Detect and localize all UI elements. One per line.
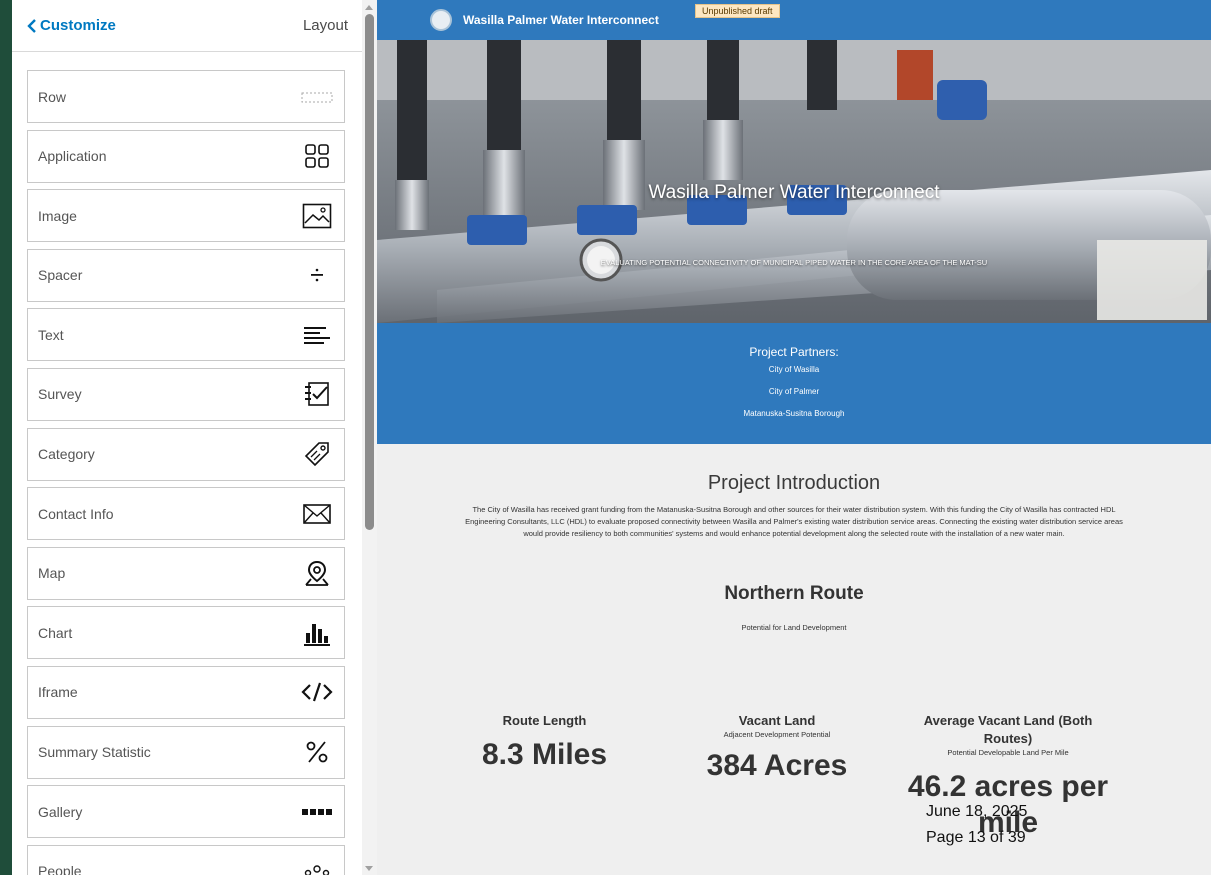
block-label: Image bbox=[38, 207, 77, 224]
stat-value: 8.3 Miles bbox=[481, 738, 608, 772]
block-people[interactable]: People bbox=[27, 844, 345, 875]
route-subtitle: Potential for Land Development bbox=[741, 623, 847, 632]
percent-icon bbox=[300, 735, 334, 769]
customize-back-button[interactable]: Customize bbox=[27, 17, 116, 34]
block-label: Application bbox=[38, 148, 107, 165]
stat-sublabel: Potential Developable Land Per Mile bbox=[947, 748, 1069, 758]
scroll-up-icon[interactable] bbox=[365, 5, 373, 10]
stat-label: Route Length bbox=[502, 713, 587, 728]
block-summary-statistic[interactable]: Summary Statistic bbox=[27, 725, 345, 779]
scroll-down-icon[interactable] bbox=[365, 866, 373, 871]
scrollbar-thumb[interactable] bbox=[365, 14, 374, 530]
hero-banner: Wasilla Palmer Water Interconnect EVALUA… bbox=[377, 40, 1211, 323]
gallery-icon bbox=[300, 795, 334, 829]
map-pin-icon bbox=[300, 556, 334, 590]
stat-sublabel: Adjacent Development Potential bbox=[723, 730, 831, 740]
hero-subtitle: EVALUATING POTENTIAL CONNECTIVITY OF MUN… bbox=[600, 258, 988, 267]
layout-tab[interactable]: Layout bbox=[303, 17, 348, 34]
site-name[interactable]: Wasilla Palmer Water Interconnect bbox=[463, 13, 659, 27]
chart-icon bbox=[300, 616, 334, 650]
block-survey[interactable]: Survey bbox=[27, 367, 345, 421]
block-chart[interactable]: Chart bbox=[27, 606, 345, 660]
print-page-number: Page 13 of 39 bbox=[926, 829, 1026, 846]
block-label: Map bbox=[38, 565, 66, 582]
stat-average-vacant-land: Average Vacant Land (Both Routes) Potent… bbox=[903, 712, 1113, 841]
chevron-left-icon bbox=[27, 18, 36, 33]
stat-value: 384 Acres bbox=[706, 749, 848, 783]
row-icon bbox=[300, 80, 334, 114]
customize-panel: Customize Layout Row Application Image S… bbox=[12, 0, 362, 875]
stat-label: Vacant Land bbox=[738, 713, 816, 728]
block-label: Survey bbox=[38, 386, 82, 403]
block-label: Category bbox=[38, 446, 95, 463]
block-list: Row Application Image Spacer Text Survey… bbox=[27, 70, 345, 875]
block-label: Summary Statistic bbox=[38, 744, 151, 761]
block-label: Contact Info bbox=[38, 505, 114, 522]
stat-vacant-land: Vacant Land Adjacent Development Potenti… bbox=[687, 712, 867, 783]
draft-badge: Unpublished draft bbox=[695, 4, 780, 18]
spacer-icon bbox=[300, 258, 334, 292]
block-label: Gallery bbox=[38, 803, 83, 820]
partner-item: Matanuska-Susitna Borough bbox=[743, 409, 845, 418]
block-spacer[interactable]: Spacer bbox=[27, 248, 345, 302]
print-date: June 18, 2025 bbox=[926, 803, 1028, 820]
block-iframe[interactable]: Iframe bbox=[27, 665, 345, 719]
intro-text: The City of Wasilla has received grant f… bbox=[465, 505, 1123, 538]
block-label: Spacer bbox=[38, 267, 83, 284]
panel-header: Customize Layout bbox=[12, 0, 362, 52]
partner-item: City of Wasilla bbox=[768, 365, 820, 374]
site-logo bbox=[430, 9, 452, 31]
customize-label: Customize bbox=[40, 17, 116, 34]
block-label: Text bbox=[38, 326, 64, 343]
block-map[interactable]: Map bbox=[27, 546, 345, 600]
intro-title: Project Introduction bbox=[707, 472, 881, 494]
block-label: Chart bbox=[38, 624, 73, 641]
envelope-icon bbox=[300, 497, 334, 531]
code-icon bbox=[300, 675, 334, 709]
image-icon bbox=[300, 199, 334, 233]
block-contact-info[interactable]: Contact Info bbox=[27, 487, 345, 541]
partner-item: City of Palmer bbox=[768, 387, 820, 396]
block-label: Row bbox=[38, 88, 67, 105]
block-label: Iframe bbox=[38, 684, 78, 701]
site-header: Wasilla Palmer Water Interconnect Unpubl… bbox=[377, 0, 1211, 40]
site-preview: Wasilla Palmer Water Interconnect Unpubl… bbox=[377, 0, 1211, 875]
application-grid-icon bbox=[300, 139, 334, 173]
partners-title: Project Partners: bbox=[749, 345, 839, 359]
survey-icon bbox=[300, 377, 334, 411]
block-row[interactable]: Row bbox=[27, 70, 345, 123]
hero-title: Wasilla Palmer Water Interconnect bbox=[648, 182, 940, 203]
route-title: Northern Route bbox=[724, 583, 864, 604]
partners-section: Project Partners: City of Wasilla City o… bbox=[377, 323, 1211, 444]
stat-label: Average Vacant Land (Both Routes) bbox=[923, 713, 1093, 747]
text-icon bbox=[300, 318, 334, 352]
block-category[interactable]: Category bbox=[27, 427, 345, 481]
stat-route-length: Route Length 8.3 Miles bbox=[467, 712, 622, 772]
block-gallery[interactable]: Gallery bbox=[27, 785, 345, 839]
block-image[interactable]: Image bbox=[27, 189, 345, 243]
category-tag-icon bbox=[300, 437, 334, 471]
block-label: People bbox=[38, 863, 82, 875]
people-icon bbox=[300, 854, 334, 875]
block-application[interactable]: Application bbox=[27, 129, 345, 183]
block-text[interactable]: Text bbox=[27, 308, 345, 362]
panel-scrollbar[interactable] bbox=[362, 0, 377, 875]
